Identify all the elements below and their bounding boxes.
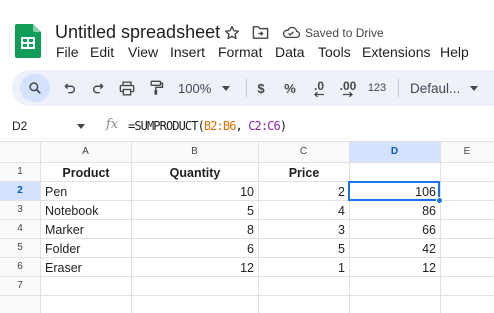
row-header-2[interactable]: 2 — [0, 181, 40, 200]
cell-c5[interactable]: 5 — [259, 239, 349, 258]
cell-b2[interactable]: 10 — [132, 182, 258, 201]
cell-c6[interactable]: 1 — [259, 258, 349, 277]
cell-b4[interactable]: 8 — [132, 220, 258, 239]
column-header-b[interactable]: B — [131, 141, 258, 162]
cell-a1[interactable]: Product — [41, 163, 131, 182]
zoom-value: 100% — [178, 80, 212, 96]
zoom-select[interactable]: 100% — [172, 70, 236, 106]
star-icon[interactable] — [224, 25, 240, 41]
row-header-4[interactable]: 4 — [0, 219, 40, 238]
print-icon — [119, 81, 135, 95]
cell-b1[interactable]: Quantity — [132, 163, 258, 182]
cell-c4[interactable]: 3 — [259, 220, 349, 239]
search-menus-button[interactable] — [20, 70, 50, 106]
menu-view[interactable]: View — [128, 44, 158, 60]
column-header-c[interactable]: C — [258, 141, 349, 162]
percent-format-button[interactable]: % — [279, 70, 301, 106]
toolbar-divider — [398, 79, 399, 97]
move-folder-icon[interactable] — [252, 25, 269, 40]
cell-a2[interactable]: Pen — [41, 182, 131, 201]
cell-b3[interactable]: 5 — [132, 201, 258, 220]
menu-format[interactable]: Format — [218, 44, 262, 60]
grid-line — [440, 141, 441, 313]
grid-line — [0, 141, 494, 142]
menu-tools[interactable]: Tools — [318, 44, 351, 60]
cell-c3[interactable]: 4 — [259, 201, 349, 220]
cell-d3[interactable]: 86 — [350, 201, 440, 220]
menu-edit[interactable]: Edit — [90, 44, 114, 60]
decrease-decimal-button[interactable]: .0 — [306, 70, 332, 106]
cell-a3[interactable]: Notebook — [41, 201, 131, 220]
document-title[interactable]: Untitled spreadsheet — [55, 22, 220, 43]
menu-data[interactable]: Data — [275, 44, 305, 60]
font-family-value: Defaul... — [410, 80, 461, 96]
formula-input[interactable]: =SUMPRODUCT(B2:B6, C2:C6) — [128, 119, 287, 133]
search-icon — [29, 82, 41, 94]
menu-file[interactable]: File — [56, 44, 79, 60]
paint-format-icon — [149, 80, 163, 95]
number-format-button[interactable]: 123 — [365, 70, 389, 106]
fill-handle[interactable] — [436, 197, 443, 204]
select-all-corner[interactable] — [0, 141, 40, 162]
row-header-7[interactable]: 7 — [0, 276, 40, 295]
cell-b6[interactable]: 12 — [132, 258, 258, 277]
spreadsheet-grid[interactable]: A B C D E 1 2 3 4 5 6 7 Product Quantity… — [0, 141, 494, 313]
row-header-3[interactable]: 3 — [0, 200, 40, 219]
menu-help[interactable]: Help — [440, 44, 469, 60]
formula-range-1: B2:B6 — [203, 119, 237, 133]
cell-a4[interactable]: Marker — [41, 220, 131, 239]
print-button[interactable] — [115, 70, 139, 106]
menu-extensions[interactable]: Extensions — [362, 44, 430, 60]
toolbar-divider — [246, 79, 247, 97]
increase-decimal-button[interactable]: .00 — [335, 70, 361, 106]
formula-range-2: C2:C6 — [248, 119, 281, 133]
cell-b5[interactable]: 6 — [132, 239, 258, 258]
redo-button[interactable] — [86, 70, 110, 106]
cloud-saved-icon[interactable] — [282, 26, 300, 39]
cell-d4[interactable]: 66 — [350, 220, 440, 239]
toolbar: 100% $ % .0 .00 123 Defaul... — [12, 70, 494, 106]
arrow-left-icon — [314, 91, 324, 97]
row-header-1[interactable]: 1 — [0, 162, 40, 181]
chevron-down-icon[interactable] — [77, 124, 85, 129]
row-header-5[interactable]: 5 — [0, 238, 40, 257]
save-status[interactable]: Saved to Drive — [305, 26, 384, 40]
undo-icon — [64, 83, 75, 94]
formula-suffix: ) — [279, 119, 287, 133]
column-header-e[interactable]: E — [440, 141, 494, 162]
cell-c1[interactable]: Price — [259, 163, 349, 182]
row-header-8[interactable] — [0, 295, 40, 313]
name-box[interactable]: D2 — [12, 119, 27, 133]
column-header-d[interactable]: D — [349, 141, 440, 162]
arrow-right-icon — [343, 91, 353, 97]
increase-decimal-label: .00 — [339, 78, 357, 93]
decrease-decimal-label: .0 — [313, 78, 324, 93]
cell-d5[interactable]: 42 — [350, 239, 440, 258]
cell-a5[interactable]: Folder — [41, 239, 131, 258]
formula-prefix: =SUMPRODUCT( — [128, 119, 205, 133]
redo-icon — [93, 83, 104, 94]
column-header-a[interactable]: A — [40, 141, 131, 162]
sheets-logo-icon[interactable] — [15, 24, 41, 58]
menu-insert[interactable]: Insert — [170, 44, 205, 60]
font-family-select[interactable]: Defaul... — [405, 70, 487, 106]
cell-d6[interactable]: 12 — [350, 258, 440, 277]
formula-separator: , — [235, 119, 249, 133]
fx-icon: fx — [106, 117, 119, 132]
currency-format-button[interactable]: $ — [250, 70, 272, 106]
row-header-6[interactable]: 6 — [0, 257, 40, 276]
chevron-down-icon — [470, 85, 479, 91]
undo-button[interactable] — [58, 70, 82, 106]
grid-line — [0, 295, 494, 296]
cell-c2[interactable]: 2 — [259, 182, 349, 201]
paint-format-button[interactable] — [144, 70, 168, 106]
chevron-down-icon — [222, 85, 231, 91]
cell-a6[interactable]: Eraser — [41, 258, 131, 277]
formula-bar: D2 fx =SUMPRODUCT(B2:B6, C2:C6) — [0, 115, 494, 139]
active-cell-outline — [348, 181, 440, 201]
